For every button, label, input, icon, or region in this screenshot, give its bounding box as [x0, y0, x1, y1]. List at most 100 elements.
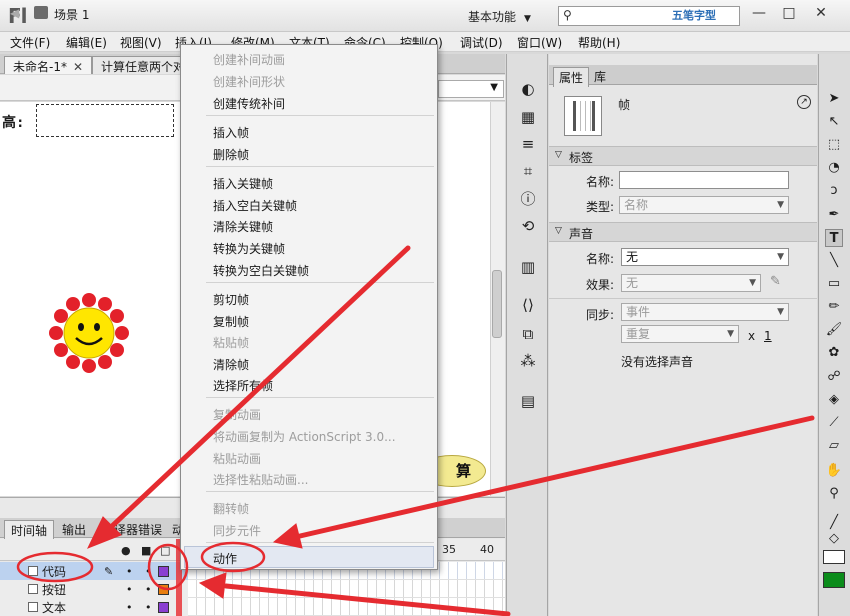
outline-icon[interactable]: □ — [160, 544, 170, 557]
section-sound[interactable]: ▽ 声音 — [549, 222, 817, 242]
restore-button[interactable]: □ — [776, 3, 802, 23]
stroke-color-swatch[interactable] — [823, 550, 845, 564]
sound-repeat-select[interactable]: 重复 ▼ — [621, 325, 739, 343]
stage-text-field[interactable] — [36, 104, 174, 137]
eye-icon[interactable]: ● — [121, 544, 131, 557]
tab-compiler-errors[interactable]: 编译器错误 — [96, 520, 168, 539]
info-icon[interactable]: ⓘ — [519, 190, 537, 208]
motion-presets-icon[interactable]: ⁂ — [519, 352, 537, 370]
repeat-count-input[interactable]: 1 — [764, 329, 772, 343]
menu-item-convert-to-keyframes[interactable]: 转换为关键帧 — [213, 240, 285, 257]
text-tool-icon[interactable]: T — [825, 229, 843, 247]
menu-item-create-shape-tween[interactable]: 创建补间形状 — [213, 73, 285, 90]
bone-tool-icon[interactable]: ☍ — [825, 368, 843, 386]
menu-view[interactable]: 视图(V) — [120, 34, 162, 51]
layer-name[interactable]: 代码 — [42, 563, 66, 580]
menu-item-clear-keyframe[interactable]: 清除关键帧 — [213, 218, 273, 235]
free-transform-tool-icon[interactable]: ⬚ — [825, 136, 843, 154]
fill-color-icon[interactable]: ◇ — [825, 530, 843, 548]
menu-item-paste-motion[interactable]: 粘贴动画 — [213, 450, 261, 467]
tab-output[interactable]: 输出 — [56, 520, 92, 539]
layer-name[interactable]: 文本 — [42, 599, 66, 616]
lock-icon[interactable]: ■ — [141, 544, 151, 557]
deco-tool-icon[interactable]: ✿ — [825, 344, 843, 362]
visibility-dot[interactable]: • — [126, 565, 133, 578]
color-panel-icon[interactable]: ◐ — [519, 80, 537, 98]
subselection-tool-icon[interactable]: ↖ — [825, 113, 843, 131]
menu-item-paste-frames[interactable]: 粘贴帧 — [213, 334, 249, 351]
label-name-input[interactable] — [619, 171, 789, 189]
menu-item-create-motion-tween[interactable]: 创建补间动画 — [213, 51, 285, 68]
tab-properties[interactable]: 属性 — [553, 67, 590, 87]
layer-name[interactable]: 按钮 — [42, 581, 66, 598]
lock-dot[interactable]: • — [145, 565, 152, 578]
menu-help[interactable]: 帮助(H) — [578, 34, 620, 51]
layer-color-swatch[interactable] — [158, 602, 169, 613]
back-arrow-icon[interactable]: ◀ — [10, 6, 19, 20]
scene-dropdown[interactable]: ▼ — [438, 80, 504, 98]
close-button[interactable]: ✕ — [808, 3, 834, 23]
pencil-tool-icon[interactable]: ✏ — [825, 298, 843, 316]
doc-tab-calc[interactable]: 计算任意两个对 — [92, 56, 195, 74]
stage-scroll-thumb[interactable] — [492, 270, 502, 338]
selection-tool-icon[interactable]: ➤ — [825, 90, 843, 108]
fill-color-swatch[interactable] — [823, 572, 845, 588]
menu-item-select-all-frames[interactable]: 选择所有帧 — [213, 377, 273, 394]
menu-item-paste-motion-special[interactable]: 选择性粘贴动画... — [213, 471, 308, 488]
label-type-select[interactable]: 名称 ▼ — [619, 196, 789, 214]
edit-envelope-icon[interactable]: ✎ — [770, 274, 781, 289]
workspace-switcher[interactable]: 基本功能 ▼ — [468, 8, 531, 25]
swatches-icon[interactable]: ▦ — [519, 108, 537, 126]
help-link-icon[interactable]: ↗ — [797, 95, 811, 109]
components-icon[interactable]: ⟲ — [519, 217, 537, 235]
brush-tool-icon[interactable]: 🖌 — [825, 321, 843, 339]
transform-icon[interactable]: ⌗ — [519, 162, 537, 180]
layer-color-swatch[interactable] — [158, 566, 169, 577]
menu-item-insert-frame[interactable]: 插入帧 — [213, 124, 249, 141]
pen-tool-icon[interactable]: ✒ — [825, 206, 843, 224]
eyedropper-tool-icon[interactable]: ⟋ — [825, 414, 843, 432]
minimize-button[interactable]: — — [746, 3, 772, 23]
sound-name-select[interactable]: 无 ▼ — [621, 248, 789, 266]
menu-item-cut-frames[interactable]: 剪切帧 — [213, 291, 249, 308]
menu-item-convert-to-blank-keyframes[interactable]: 转换为空白关键帧 — [213, 262, 309, 279]
zoom-tool-icon[interactable]: ⚲ — [825, 485, 843, 503]
menu-debug[interactable]: 调试(D) — [460, 34, 503, 51]
visibility-dot[interactable]: • — [126, 583, 133, 596]
actions-icon[interactable]: ⟨⟩ — [519, 296, 537, 314]
sound-sync-select[interactable]: 事件 ▼ — [621, 303, 789, 321]
project-icon[interactable]: ▤ — [519, 392, 537, 410]
menu-item-reverse-frames[interactable]: 翻转帧 — [213, 500, 249, 517]
menu-item-clear-frames[interactable]: 清除帧 — [213, 356, 249, 373]
menu-edit[interactable]: 编辑(E) — [66, 34, 107, 51]
layer-color-swatch[interactable] — [158, 584, 169, 595]
menu-item-copy-motion[interactable]: 复制动画 — [213, 406, 261, 423]
doc-tab-untitled[interactable]: 未命名-1* ✕ — [4, 56, 93, 74]
tab-library[interactable]: 库 — [589, 67, 611, 86]
sound-effect-select[interactable]: 无 ▼ — [621, 274, 761, 292]
menu-item-insert-blank-keyframe[interactable]: 插入空白关键帧 — [213, 197, 297, 214]
lock-dot[interactable]: • — [145, 601, 152, 614]
tab-timeline[interactable]: 时间轴 — [4, 520, 55, 540]
eraser-tool-icon[interactable]: ▱ — [825, 437, 843, 455]
library-icon[interactable]: ▥ — [519, 258, 537, 276]
3d-rotation-tool-icon[interactable]: ◔ — [825, 159, 843, 177]
paint-bucket-tool-icon[interactable]: ◈ — [825, 391, 843, 409]
menu-item-copy-frames[interactable]: 复制帧 — [213, 313, 249, 330]
lasso-tool-icon[interactable]: ↄ — [825, 182, 843, 200]
menu-item-create-classic-tween[interactable]: 创建传统补间 — [213, 95, 285, 112]
menu-item-synchronize-symbols[interactable]: 同步元件 — [213, 522, 261, 539]
hand-tool-icon[interactable]: ✋ — [825, 462, 843, 480]
menu-file[interactable]: 文件(F) — [10, 34, 50, 51]
visibility-dot[interactable]: • — [126, 601, 133, 614]
menu-item-copy-motion-as-as3[interactable]: 将动画复制为 ActionScript 3.0... — [213, 428, 396, 445]
movie-explorer-icon[interactable]: ⧉ — [519, 325, 537, 343]
close-icon[interactable]: ✕ — [73, 60, 83, 74]
frame-strip[interactable] — [188, 598, 505, 616]
rectangle-tool-icon[interactable]: ▭ — [825, 275, 843, 293]
menu-item-remove-frames[interactable]: 删除帧 — [213, 146, 249, 163]
lock-dot[interactable]: • — [145, 583, 152, 596]
menu-item-insert-keyframe[interactable]: 插入关键帧 — [213, 175, 273, 192]
section-label[interactable]: ▽ 标签 — [549, 146, 817, 166]
line-tool-icon[interactable]: ╲ — [825, 252, 843, 270]
